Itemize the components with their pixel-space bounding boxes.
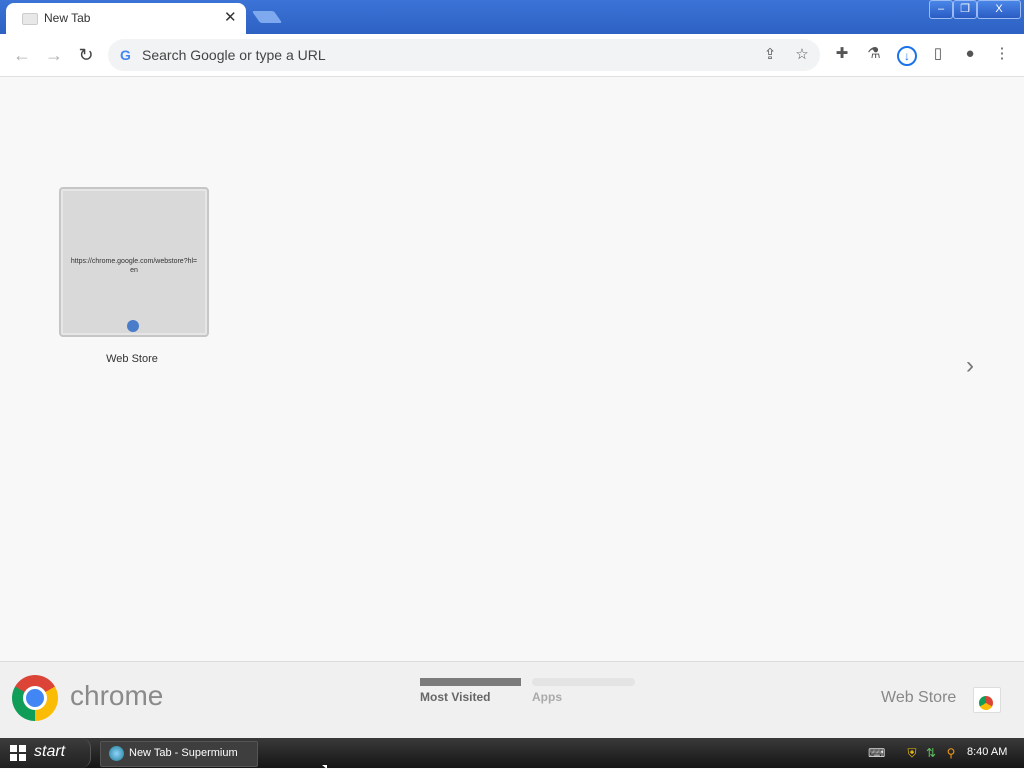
- security-shield-icon[interactable]: ⛨: [905, 746, 919, 760]
- taskbar: start New Tab - Supermium ⌨ ⛨ ⇅ ⚲ 8:40 A…: [0, 738, 1024, 768]
- tile-url: https://chrome.google.com/webstore?hl=en: [70, 258, 198, 274]
- google-icon: G: [120, 47, 131, 63]
- keyboard-icon[interactable]: ⌨: [868, 746, 885, 760]
- chrome-wordmark: chrome: [70, 680, 164, 711]
- start-label: start: [34, 743, 66, 760]
- browser-toolbar: ← → ↻ G Search Google or type a URL ⇪ ☆ …: [0, 34, 1024, 77]
- mouse-cursor: [322, 765, 327, 769]
- tab-title: New Tab: [44, 11, 91, 25]
- webstore-link[interactable]: Web Store: [881, 689, 956, 707]
- supermium-icon: [109, 746, 124, 761]
- tab-apps[interactable]: Apps: [532, 690, 562, 704]
- chrome-logo-icon: [12, 675, 58, 721]
- apps-tab-bar[interactable]: [532, 678, 635, 686]
- download-icon[interactable]: ↓: [897, 46, 917, 66]
- share-icon[interactable]: ⇪: [758, 43, 782, 67]
- minimize-button[interactable]: –: [929, 0, 953, 19]
- most-visited-tile[interactable]: https://chrome.google.com/webstore?hl=en: [59, 187, 209, 337]
- omnibox[interactable]: G Search Google or type a URL ⇪ ☆: [108, 39, 820, 71]
- next-page-chevron-icon[interactable]: ›: [966, 352, 974, 380]
- tile-title[interactable]: Web Store: [59, 353, 205, 365]
- bookmark-star-icon[interactable]: ☆: [790, 43, 814, 67]
- omnibox-placeholder[interactable]: Search Google or type a URL: [142, 47, 326, 63]
- extensions-icon[interactable]: ✚: [830, 42, 854, 66]
- menu-icon[interactable]: ⋮: [990, 42, 1014, 66]
- new-tab-button[interactable]: [251, 11, 283, 23]
- taskbar-item-label: New Tab - Supermium: [129, 747, 238, 759]
- tile-favicon-icon: [127, 320, 139, 332]
- ntp-footer: chrome Most Visited Apps Web Store: [0, 661, 1024, 739]
- profile-icon[interactable]: ●: [958, 42, 982, 66]
- labs-icon[interactable]: ⚗: [862, 42, 886, 66]
- chrome-logo-center: [23, 686, 47, 710]
- tab-close-icon[interactable]: ✕: [224, 8, 237, 26]
- tab-new-tab[interactable]: New Tab ✕: [6, 3, 246, 34]
- search-icon[interactable]: ⚲: [944, 746, 958, 760]
- tab-most-visited[interactable]: Most Visited: [420, 690, 490, 704]
- tab-favicon-icon: [22, 13, 38, 25]
- restore-button[interactable]: ❐: [953, 0, 977, 19]
- webstore-icon[interactable]: [973, 687, 1001, 713]
- start-button[interactable]: start: [0, 738, 91, 768]
- title-bar: New Tab ✕ – ❐ X: [0, 0, 1024, 34]
- back-button[interactable]: ←: [9, 42, 35, 68]
- forward-button[interactable]: →: [41, 42, 67, 68]
- windows-logo-icon: [10, 745, 26, 761]
- webstore-logo: [979, 696, 993, 710]
- reload-button[interactable]: ↻: [73, 42, 99, 68]
- network-icon[interactable]: ⇅: [924, 746, 938, 760]
- side-panel-icon[interactable]: ▯: [926, 42, 950, 66]
- system-tray: ⌨ ⛨ ⇅ ⚲ 8:40 AM: [860, 738, 1024, 768]
- close-window-button[interactable]: X: [977, 0, 1021, 19]
- taskbar-item-supermium[interactable]: New Tab - Supermium: [100, 741, 258, 767]
- most-visited-tab-bar[interactable]: [420, 678, 521, 686]
- clock: 8:40 AM: [967, 746, 1008, 758]
